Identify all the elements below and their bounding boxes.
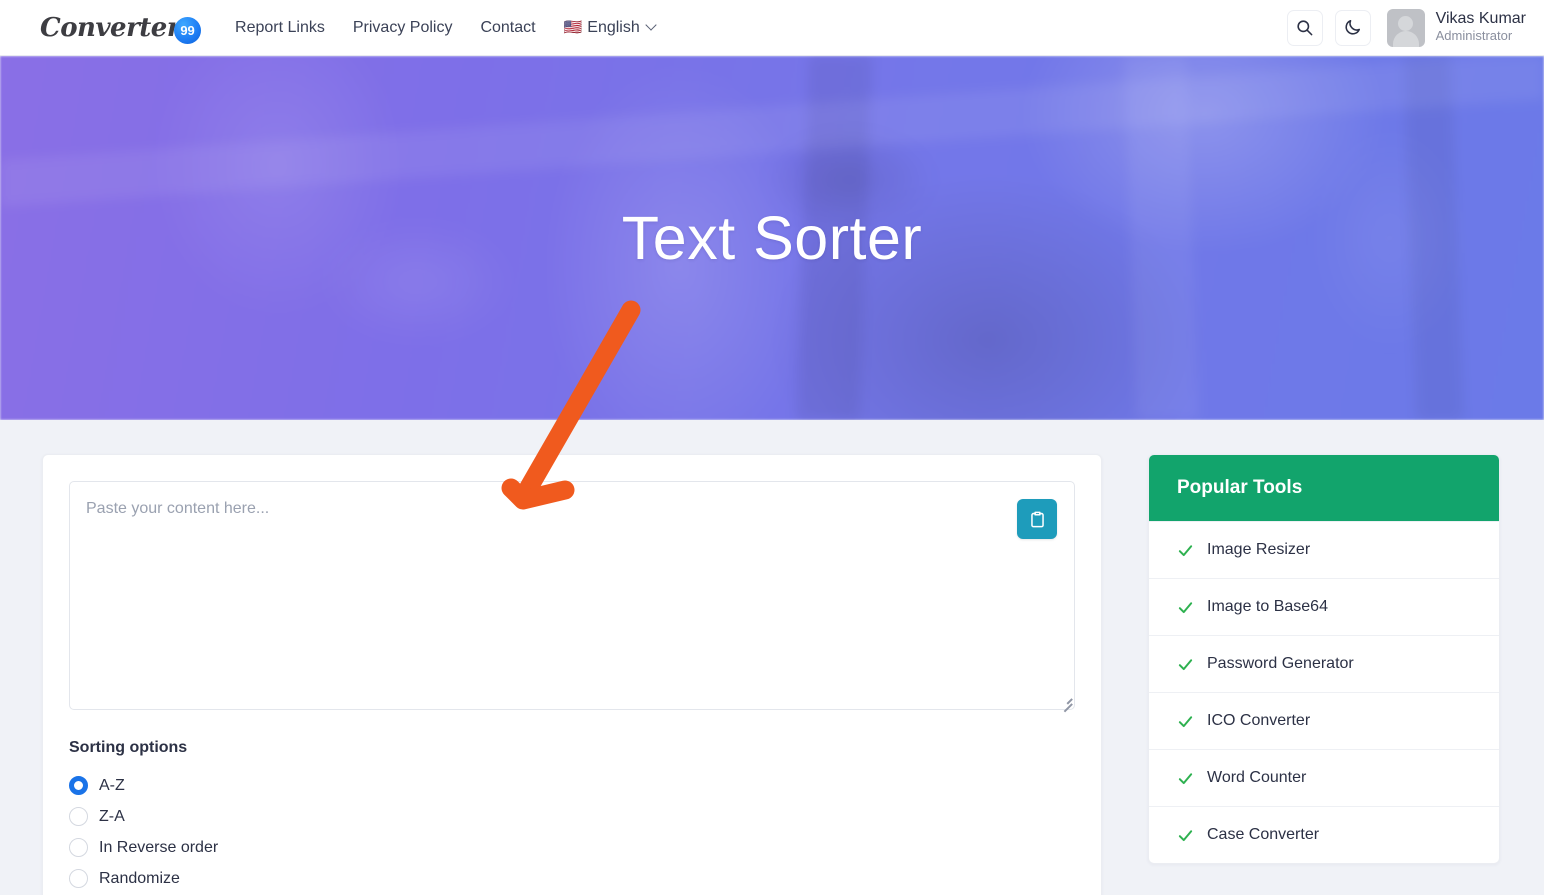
sidebar-item-image-to-base64[interactable]: Image to Base64 [1149, 578, 1499, 635]
sidebar-item-word-counter[interactable]: Word Counter [1149, 749, 1499, 806]
sidebar-item-image-resizer[interactable]: Image Resizer [1149, 521, 1499, 578]
nav-link-report-links[interactable]: Report Links [235, 19, 325, 37]
radio-label: Z-A [99, 807, 125, 825]
user-menu[interactable]: Vikas Kumar Administrator [1386, 8, 1526, 47]
content-input[interactable] [69, 481, 1075, 710]
radio-label: A-Z [99, 776, 125, 794]
sidebar-item-label: Word Counter [1207, 769, 1307, 786]
main-content: Sorting options A-Z Z-A In Reverse order… [0, 420, 1544, 895]
check-icon [1178, 658, 1193, 670]
radio-option-z-a[interactable]: Z-A [69, 801, 1075, 832]
sorting-options-group: A-Z Z-A In Reverse order Randomize [69, 770, 1075, 894]
chevron-down-icon [645, 18, 657, 31]
hero-banner: Text Sorter [0, 56, 1544, 420]
user-info: Vikas Kumar Administrator [1436, 10, 1526, 45]
primary-nav: Report Links Privacy Policy Contact 🇺🇸 E… [235, 18, 657, 37]
radio-indicator [69, 807, 88, 826]
search-button[interactable] [1286, 9, 1323, 46]
header-actions: Vikas Kumar Administrator [1286, 8, 1526, 47]
page-title: Text Sorter [621, 203, 923, 272]
search-icon [1297, 20, 1313, 36]
check-icon [1178, 544, 1193, 556]
nav-link-contact[interactable]: Contact [480, 19, 535, 37]
textarea-wrapper [69, 481, 1075, 712]
site-header: Converter 99 Report Links Privacy Policy… [0, 0, 1544, 56]
sidebar-item-password-generator[interactable]: Password Generator [1149, 635, 1499, 692]
radio-label: In Reverse order [99, 838, 219, 856]
popular-tools-title: Popular Tools [1149, 455, 1499, 521]
sidebar-item-label: Image to Base64 [1207, 598, 1328, 615]
user-role: Administrator [1435, 28, 1513, 44]
radio-label: Randomize [99, 869, 180, 887]
moon-icon [1345, 19, 1361, 35]
nav-link-privacy-policy[interactable]: Privacy Policy [353, 19, 453, 37]
avatar [1386, 8, 1425, 47]
logo-badge: 99 [174, 17, 202, 44]
sidebar-item-label: Password Generator [1207, 655, 1354, 672]
sidebar-item-case-converter[interactable]: Case Converter [1149, 806, 1499, 863]
radio-indicator [69, 869, 88, 888]
popular-tools-panel: Popular Tools Image Resizer Image to Bas… [1148, 454, 1500, 864]
us-flag-icon: 🇺🇸 [563, 19, 583, 36]
sidebar-item-label: Image Resizer [1207, 541, 1311, 558]
user-name: Vikas Kumar [1435, 9, 1526, 27]
paste-from-clipboard-button[interactable] [1017, 499, 1057, 539]
language-label: English [587, 18, 640, 36]
check-icon [1178, 601, 1193, 613]
check-icon [1178, 829, 1193, 841]
radio-option-a-z[interactable]: A-Z [69, 770, 1075, 801]
radio-option-in-reverse-order[interactable]: In Reverse order [69, 832, 1075, 863]
sidebar-item-label: Case Converter [1207, 826, 1320, 843]
clipboard-icon [1030, 511, 1044, 527]
radio-option-randomize[interactable]: Randomize [69, 863, 1075, 894]
check-icon [1178, 772, 1193, 784]
site-logo[interactable]: Converter 99 [40, 12, 202, 44]
radio-indicator [69, 838, 88, 857]
text-sorter-card: Sorting options A-Z Z-A In Reverse order… [42, 454, 1102, 895]
language-selector[interactable]: 🇺🇸 English [563, 18, 657, 37]
check-icon [1178, 715, 1193, 727]
radio-indicator [69, 776, 88, 795]
sidebar-item-ico-converter[interactable]: ICO Converter [1149, 692, 1499, 749]
sorting-options-title: Sorting options [69, 739, 188, 756]
sidebar-item-label: ICO Converter [1207, 712, 1311, 729]
dark-mode-toggle[interactable] [1334, 9, 1371, 46]
logo-text: Converter [40, 12, 181, 43]
